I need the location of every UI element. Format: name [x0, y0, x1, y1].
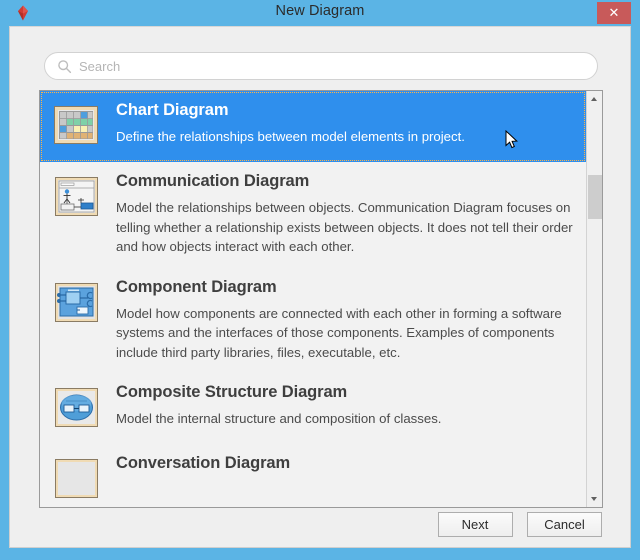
- search-box[interactable]: [44, 52, 598, 80]
- chevron-up-icon[interactable]: [587, 91, 602, 107]
- list-item-title: Communication Diagram: [116, 172, 310, 190]
- diagram-type-list: Chart Diagram Define the relationships b…: [39, 90, 603, 508]
- list-item-body: Composite Structure Diagram Model the in…: [116, 382, 574, 429]
- list-item-description: Model the internal structure and composi…: [116, 411, 442, 426]
- scroll-down-arrow: [591, 497, 597, 501]
- chevron-down-icon[interactable]: [587, 491, 602, 507]
- new-diagram-dialog: New Diagram ✕ Search Chart Diagram Defin…: [0, 0, 640, 560]
- list-item-title: Composite Structure Diagram: [116, 383, 348, 401]
- scroll-up-arrow: [591, 97, 597, 101]
- list-item[interactable]: Chart Diagram Define the relationships b…: [40, 91, 586, 162]
- component-blocks-icon: [52, 278, 102, 328]
- cancel-button[interactable]: Cancel: [527, 512, 602, 537]
- search-icon: [57, 59, 72, 74]
- list-item-title: Component Diagram: [116, 277, 277, 296]
- list-item-body: Conversation Diagram: [116, 453, 574, 480]
- list-item-body: Component Diagram Model how components a…: [116, 277, 574, 363]
- list-item-body: Chart Diagram Define the relationships b…: [116, 100, 574, 147]
- search-input[interactable]: [79, 57, 579, 76]
- list-item-title: Conversation Diagram: [116, 454, 291, 472]
- list-item-title: Chart Diagram: [116, 101, 229, 119]
- close-icon[interactable]: ✕: [597, 2, 631, 24]
- list-item-description: Model how components are connected with …: [116, 305, 562, 360]
- conversation-icon: [52, 454, 102, 504]
- composite-ellipse-icon: [52, 383, 102, 433]
- list-item[interactable]: Conversation Diagram: [40, 444, 586, 507]
- dialog-content: Chart Diagram Define the relationships b…: [9, 26, 631, 548]
- list-item[interactable]: Communication Diagram Model the relation…: [40, 162, 586, 268]
- list-item[interactable]: Component Diagram Model how components a…: [40, 268, 586, 374]
- list-item-description: Model the relationships between objects.…: [116, 200, 573, 254]
- communication-actor-icon: [52, 172, 102, 222]
- list-item[interactable]: Composite Structure Diagram Model the in…: [40, 373, 586, 444]
- title-bar: New Diagram ✕: [0, 0, 640, 26]
- list-item-description: Define the relationships between model e…: [116, 129, 465, 144]
- list-viewport: Chart Diagram Define the relationships b…: [40, 91, 586, 507]
- list-scrollbar[interactable]: [586, 91, 602, 507]
- page-title: New Diagram: [275, 3, 365, 19]
- next-button[interactable]: Next: [437, 512, 513, 537]
- list-item-body: Communication Diagram Model the relation…: [116, 171, 574, 257]
- chart-grid-icon: [52, 101, 102, 151]
- dialog-button-bar: Next Cancel: [10, 512, 630, 537]
- scrollbar-thumb[interactable]: [588, 175, 602, 219]
